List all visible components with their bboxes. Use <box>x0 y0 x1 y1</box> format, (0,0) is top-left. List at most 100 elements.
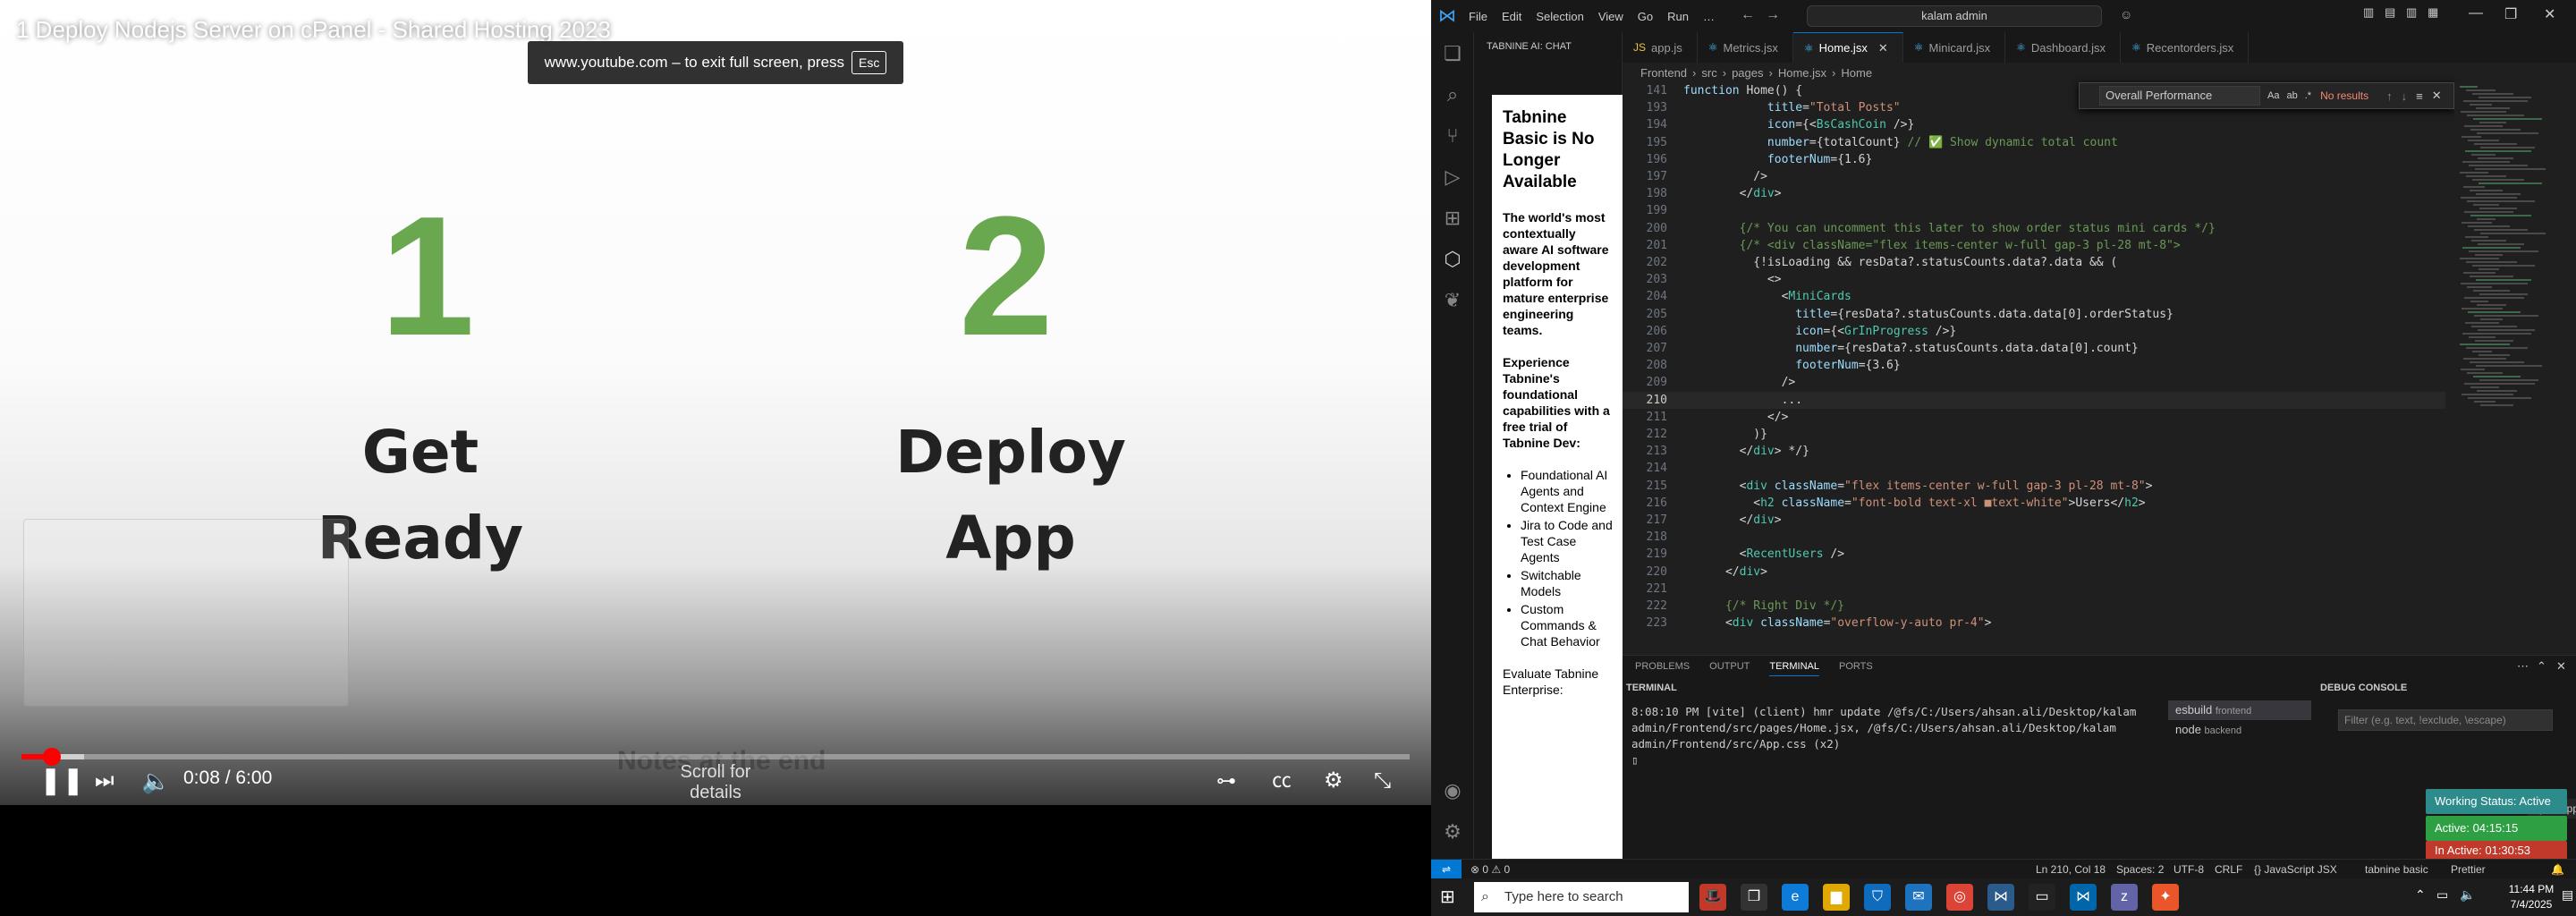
terminal-icon[interactable]: ▭ <box>2029 884 2055 911</box>
extensions-icon[interactable]: ⊞ <box>1431 200 1474 236</box>
code-line[interactable]: 215 <div className="flex items-center w-… <box>1623 478 2445 495</box>
code-line[interactable]: 218 <box>1623 529 2445 546</box>
tabnine-status[interactable]: tabnine basic <box>2365 860 2428 879</box>
problems-count[interactable]: ⊗ 0 ⚠ 0 <box>1470 860 1510 879</box>
autoplay-toggle-icon[interactable]: ⊶ <box>1216 763 1236 799</box>
mongodb-leaf-icon[interactable]: ❦ <box>1431 283 1474 318</box>
share-icon[interactable]: ➦ <box>1379 16 1411 48</box>
minimize-icon[interactable]: — <box>2469 5 2483 21</box>
customize-layout-icon[interactable]: ▦ <box>2428 5 2438 20</box>
code-line[interactable]: 199 <box>1623 202 2445 219</box>
code-editor[interactable]: 141 function Home() {193 title="Total Pos… <box>1623 82 2445 655</box>
find-input[interactable]: Overall Performance <box>2099 86 2260 106</box>
close-panel-icon[interactable]: ✕ <box>2556 659 2566 674</box>
code-line[interactable]: 220 </div> <box>1623 564 2445 581</box>
store-icon[interactable]: ⛉ <box>1864 884 1891 911</box>
terminal-node[interactable]: node backend <box>2168 720 2311 740</box>
code-line[interactable]: 221 <box>1623 581 2445 598</box>
code-line[interactable]: 209 /> <box>1623 374 2445 391</box>
search-icon[interactable]: ⌕ <box>1431 77 1474 113</box>
code-line[interactable]: 213 </div> */} <box>1623 443 2445 460</box>
breadcrumb-item[interactable]: Frontend <box>1640 66 1687 80</box>
tabnine-icon[interactable]: ⬡ <box>1431 242 1474 277</box>
code-line[interactable]: 195 number={totalCount} // ✅ Show dynami… <box>1623 134 2445 151</box>
menu-edit[interactable]: Edit <box>1502 10 1521 23</box>
toggle-secondary-sidebar-icon[interactable]: ▥ <box>2406 5 2417 20</box>
zoom-icon[interactable]: z <box>2111 884 2138 911</box>
taskbar-search[interactable]: ⌕ Type here to search <box>1474 882 1689 912</box>
terminal-esbuild[interactable]: esbuild frontend <box>2168 700 2311 720</box>
code-line[interactable]: 223 <div className="overflow-y-auto pr-4… <box>1623 615 2445 632</box>
manage-gear-icon[interactable]: ⚙ <box>1431 814 1474 850</box>
menu-file[interactable]: File <box>1469 10 1487 23</box>
code-line[interactable]: 203 <> <box>1623 271 2445 288</box>
breadcrumb-item[interactable]: src <box>1701 66 1716 80</box>
action-center-icon[interactable]: ▤ <box>2562 887 2573 903</box>
youtube-player[interactable]: 1 Deploy Nodejs Server on cPanel - Share… <box>0 0 1431 916</box>
run-debug-icon[interactable]: ▷ <box>1431 159 1474 195</box>
notifications-bell-icon[interactable]: 🔔 <box>2551 860 2564 879</box>
progress-bar[interactable] <box>21 748 1410 766</box>
code-line[interactable]: 210 ... <box>1623 391 2445 409</box>
code-line[interactable]: 214 <box>1623 460 2445 477</box>
whole-word-icon[interactable]: ab <box>2286 90 2297 101</box>
panel-tab-ports[interactable]: PORTS <box>1839 661 1873 676</box>
network-icon[interactable]: ▭ <box>2436 887 2448 903</box>
code-line[interactable]: 196 footerNum={1.6} <box>1623 151 2445 168</box>
account-icon[interactable]: ◉ <box>1431 773 1474 809</box>
panel-tab-output[interactable]: OUTPUT <box>1709 661 1750 676</box>
task-view-icon[interactable]: ❒ <box>1741 884 1767 911</box>
edge-browser-icon[interactable]: e <box>1782 884 1809 911</box>
menu-go[interactable]: Go <box>1638 10 1653 23</box>
tab-app-js[interactable]: JS app.js <box>1623 32 1698 63</box>
panel-more-icon[interactable]: ⋯ <box>2517 659 2529 674</box>
chrome-icon[interactable]: ◎ <box>1946 884 1973 911</box>
tab-home-jsx[interactable]: ⚛ Home.jsx ✕ <box>1792 32 1903 63</box>
code-line[interactable]: 200 {/* You can uncomment this later to … <box>1623 220 2445 237</box>
panel-tab-terminal[interactable]: TERMINAL <box>1769 661 1819 676</box>
code-line[interactable]: 216 <h2 className="font-bold text-xl ■te… <box>1623 495 2445 512</box>
code-line[interactable]: 207 number={resData?.statusCounts.data.d… <box>1623 340 2445 357</box>
prettier-status[interactable]: Prettier <box>2451 860 2486 879</box>
code-line[interactable]: 202 {!isLoading && resData?.statusCounts… <box>1623 254 2445 271</box>
forward-arrow-icon[interactable]: → <box>1766 7 1780 23</box>
cursor-position[interactable]: Ln 210, Col 18 <box>2036 860 2106 879</box>
postman-icon[interactable]: ✦ <box>2152 884 2179 911</box>
code-line[interactable]: 194 icon={<BsCashCoin />} <box>1623 116 2445 133</box>
code-line[interactable]: 204 <MiniCards <box>1623 288 2445 305</box>
tab-metrics-jsx[interactable]: ⚛ Metrics.jsx <box>1698 32 1793 63</box>
menu-more[interactable]: … <box>1703 10 1715 23</box>
code-line[interactable]: 217 </div> <box>1623 512 2445 529</box>
explorer-icon[interactable]: ❏ <box>1431 36 1474 72</box>
code-line[interactable]: 212 )} <box>1623 426 2445 443</box>
code-line[interactable]: 211 </> <box>1623 409 2445 426</box>
video-title[interactable]: 1 Deploy Nodejs Server on cPanel - Share… <box>16 16 611 44</box>
volume-tray-icon[interactable]: 🔈 <box>2460 887 2475 903</box>
maximize-panel-icon[interactable]: ⌃ <box>2537 659 2546 674</box>
indentation[interactable]: Spaces: 2 <box>2116 860 2164 879</box>
close-find-icon[interactable]: ✕ <box>2432 89 2442 103</box>
search-highlight-icon[interactable]: 🎩 <box>1699 884 1726 911</box>
restore-icon[interactable]: ❐ <box>2504 5 2517 23</box>
code-line[interactable]: 205 title={resData?.statusCounts.data.da… <box>1623 306 2445 323</box>
tab-dashboard-jsx[interactable]: ⚛ Dashboard.jsx <box>2005 32 2121 63</box>
breadcrumb-item[interactable]: pages <box>1732 66 1763 80</box>
pause-icon[interactable]: ❚❚ <box>39 763 84 799</box>
match-case-icon[interactable]: Aa <box>2267 90 2279 101</box>
code-line[interactable]: 197 /> <box>1623 168 2445 185</box>
file-explorer-icon[interactable]: ▆ <box>1823 884 1850 911</box>
toggle-sidebar-icon[interactable]: ▥ <box>2363 5 2374 20</box>
minimap[interactable] <box>2454 82 2562 655</box>
windows-start-icon[interactable]: ⊞ <box>1440 886 1462 907</box>
language-mode[interactable]: {} JavaScript JSX <box>2254 860 2337 879</box>
toggle-panel-icon[interactable]: ▤ <box>2385 5 2395 20</box>
breadcrumb-item[interactable]: Home <box>1841 66 1872 80</box>
previous-match-icon[interactable]: ↑ <box>2386 89 2393 103</box>
terminal-output[interactable]: 8:08:10 PM [vite] (client) hmr update /@… <box>1631 704 2168 768</box>
close-window-icon[interactable]: ✕ <box>2544 5 2555 23</box>
code-line[interactable]: 219 <RecentUsers /> <box>1623 546 2445 563</box>
watch-later-icon[interactable]: ◷ <box>1331 16 1363 48</box>
tab-recentorders-jsx[interactable]: ⚛ Recentorders.jsx <box>2121 32 2250 63</box>
volume-icon[interactable]: 🔈 <box>141 763 170 799</box>
breadcrumb-item[interactable]: Home.jsx <box>1778 66 1826 80</box>
